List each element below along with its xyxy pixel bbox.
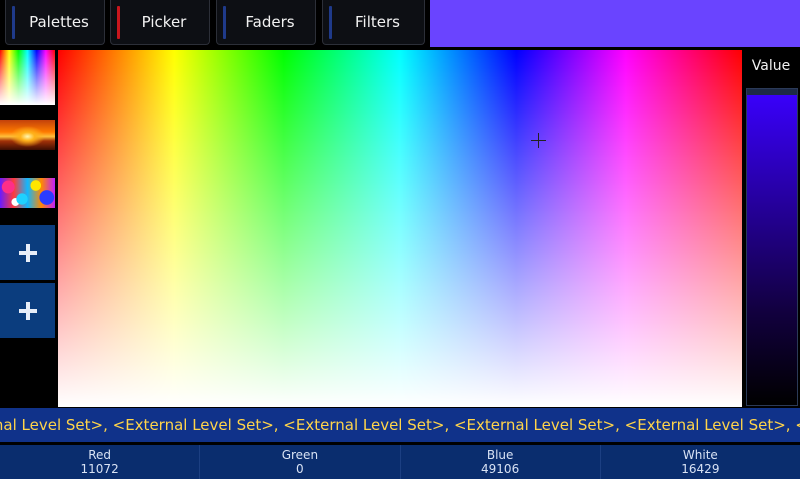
channel-value: 11072 [80, 462, 119, 476]
paint-splash-palette-thumbnail[interactable] [0, 178, 55, 208]
add-palette-button[interactable] [0, 225, 55, 280]
spectrum-palette-thumbnail[interactable] [0, 50, 55, 105]
crosshair-cursor-icon[interactable] [531, 133, 546, 148]
channel-readout: Red 11072 Green 0 Blue 49106 White 16429 [0, 445, 800, 479]
tab-accent [12, 6, 15, 39]
tab-palettes[interactable]: Palettes [5, 0, 105, 45]
color-picker-field[interactable] [58, 50, 742, 407]
tab-label: Filters [355, 13, 400, 31]
channel-name: Red [88, 448, 112, 462]
channel-name: White [682, 448, 718, 462]
value-slider-panel: Value [742, 50, 800, 407]
tab-accent [329, 6, 332, 39]
value-label: Value [751, 58, 791, 74]
tab-accent [223, 6, 226, 39]
value-slider[interactable] [746, 88, 798, 406]
tab-bar: Palettes Picker Faders Filters [0, 0, 800, 48]
current-color-swatch [430, 0, 800, 47]
palette-sidebar [0, 50, 56, 405]
channel-white: White 16429 [599, 445, 800, 479]
channel-value: 49106 [481, 462, 520, 476]
tab-filters[interactable]: Filters [322, 0, 425, 45]
sunset-palette-thumbnail[interactable] [0, 120, 55, 150]
tab-label: Faders [245, 13, 295, 31]
channel-name: Blue [486, 448, 514, 462]
channel-red: Red 11072 [0, 445, 199, 479]
plus-icon [18, 243, 37, 262]
value-slider-handle[interactable] [747, 89, 797, 95]
command-ticker: rnal Level Set>, <External Level Set>, <… [0, 408, 800, 442]
tab-label: Palettes [29, 13, 89, 31]
plus-icon [18, 301, 37, 320]
channel-blue: Blue 49106 [399, 445, 600, 479]
add-palette-button[interactable] [0, 283, 55, 338]
tab-accent [117, 6, 120, 39]
channel-value: 0 [296, 462, 304, 476]
channel-value: 16429 [681, 462, 720, 476]
tab-picker[interactable]: Picker [110, 0, 210, 45]
tab-label: Picker [141, 13, 187, 31]
ticker-text: rnal Level Set>, <External Level Set>, <… [0, 416, 800, 434]
tab-faders[interactable]: Faders [216, 0, 316, 45]
channel-name: Green [281, 448, 319, 462]
channel-green: Green 0 [199, 445, 399, 479]
